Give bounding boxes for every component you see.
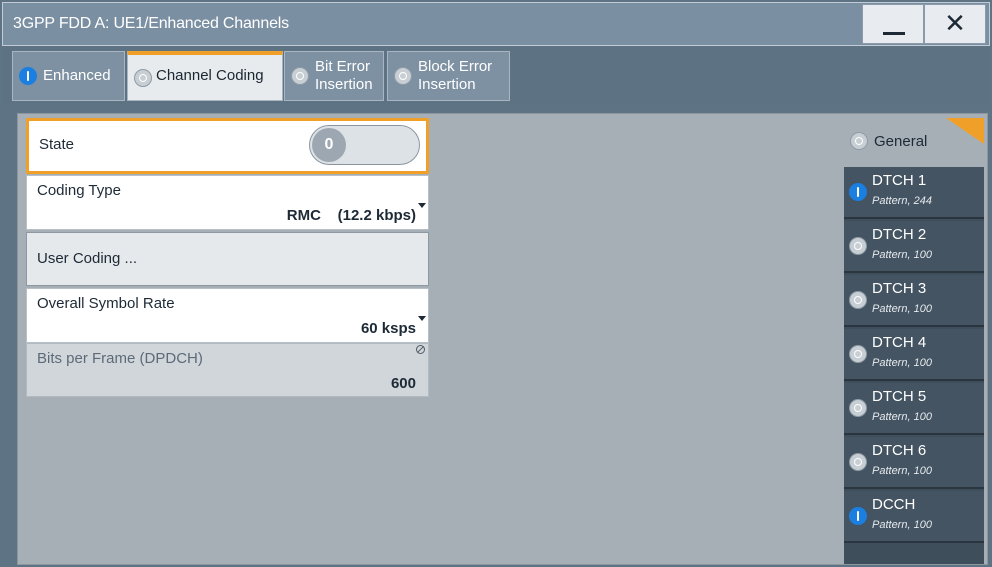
channel-item-dcch[interactable]: DCCH Pattern, 100: [844, 491, 984, 543]
bits-per-frame-value: 600: [390, 375, 416, 392]
state-toggle[interactable]: 0: [309, 125, 420, 165]
tab-bit-error-label-2: Insertion: [315, 76, 373, 93]
state-on-icon: [849, 507, 867, 525]
content-panel: State 0 Coding Type RMC (12.2 kbps) User…: [17, 113, 988, 565]
channel-item-dtch2[interactable]: DTCH 2 Pattern, 100: [844, 221, 984, 273]
coding-type-value: RMC (12.2 kbps): [286, 207, 416, 224]
coding-type-select[interactable]: Coding Type RMC (12.2 kbps): [26, 175, 429, 230]
channel-name: DTCH 5: [872, 388, 927, 405]
channel-item-dtch1[interactable]: DTCH 1 Pattern, 244: [844, 167, 984, 219]
tab-channel-coding-label: Channel Coding: [156, 67, 264, 84]
tab-channel-coding[interactable]: Channel Coding: [127, 51, 283, 101]
state-on-icon: [19, 67, 37, 85]
channel-item-dtch6[interactable]: DTCH 6 Pattern, 100: [844, 437, 984, 489]
channel-pattern: Pattern, 100: [872, 357, 932, 369]
channel-pattern: Pattern, 100: [872, 465, 932, 477]
channel-item-dtch3[interactable]: DTCH 3 Pattern, 100: [844, 275, 984, 327]
channel-item-dtch5[interactable]: DTCH 5 Pattern, 100: [844, 383, 984, 435]
dropdown-caret-icon: [418, 316, 426, 321]
user-coding-button[interactable]: User Coding ...: [26, 232, 429, 286]
state-off-icon: [134, 68, 152, 87]
dialog-window: 3GPP FDD A: UE1/Enhanced Channels ✕ Enha…: [0, 0, 992, 567]
state-row[interactable]: State 0: [26, 118, 429, 174]
state-off-icon: [849, 453, 867, 471]
state-on-icon: [849, 183, 867, 201]
channel-list: DTCH 1 Pattern, 244 DTCH 2 Pattern, 100 …: [844, 167, 984, 564]
channel-pattern: Pattern, 244: [872, 195, 932, 207]
tab-bar: Enhanced Channel Coding Bit Error Insert…: [2, 47, 990, 105]
state-off-icon: [849, 237, 867, 255]
tab-block-error-label-1: Block Error: [418, 58, 493, 75]
channel-name: DTCH 1: [872, 172, 927, 189]
channel-name: DCCH: [872, 496, 916, 513]
state-off-icon: [849, 345, 867, 363]
window-title: 3GPP FDD A: UE1/Enhanced Channels: [13, 15, 289, 32]
selection-corner-marker: [946, 118, 984, 144]
dropdown-caret-icon: [418, 203, 426, 208]
state-off-icon: [849, 291, 867, 309]
channel-name: DTCH 2: [872, 226, 927, 243]
general-label: General: [874, 133, 928, 150]
close-icon: ✕: [944, 9, 966, 39]
tab-bit-error-insertion[interactable]: Bit Error Insertion: [284, 51, 384, 101]
channel-name: DTCH 3: [872, 280, 927, 297]
user-coding-label: User Coding ...: [37, 250, 138, 267]
bits-per-frame-field: Bits per Frame (DPDCH) 600: [26, 343, 429, 397]
channel-pattern: Pattern, 100: [872, 519, 932, 531]
channel-pattern: Pattern, 100: [872, 249, 932, 261]
coding-type-label: Coding Type: [37, 182, 121, 199]
overall-symbol-rate-select[interactable]: Overall Symbol Rate 60 ksps: [26, 288, 429, 343]
state-label: State: [39, 136, 75, 153]
tab-enhanced-label: Enhanced: [43, 67, 111, 84]
tab-bit-error-label-1: Bit Error: [315, 58, 371, 75]
channel-item-dtch4[interactable]: DTCH 4 Pattern, 100: [844, 329, 984, 381]
tab-enhanced[interactable]: Enhanced: [12, 51, 125, 101]
channel-pattern: Pattern, 100: [872, 303, 932, 315]
channel-general[interactable]: General: [844, 118, 984, 164]
state-off-icon: [394, 67, 412, 85]
channel-name: DTCH 6: [872, 442, 927, 459]
minimize-icon: [883, 32, 905, 35]
channel-name: DTCH 4: [872, 334, 927, 351]
state-off-icon: [849, 399, 867, 417]
close-button[interactable]: ✕: [924, 4, 986, 44]
state-off-icon: [291, 67, 309, 85]
symbol-rate-value: 60 ksps: [360, 320, 416, 337]
symbol-rate-label: Overall Symbol Rate: [37, 295, 175, 312]
minimize-button[interactable]: [862, 4, 924, 44]
title-bar: 3GPP FDD A: UE1/Enhanced Channels: [2, 2, 990, 46]
tab-block-error-insertion[interactable]: Block Error Insertion: [387, 51, 510, 101]
toggle-knob: 0: [312, 128, 346, 162]
channel-pattern: Pattern, 100: [872, 411, 932, 423]
bits-per-frame-label: Bits per Frame (DPDCH): [37, 350, 203, 367]
tab-block-error-label-2: Insertion: [418, 76, 476, 93]
state-off-icon: [850, 132, 868, 150]
read-only-icon: [416, 345, 425, 354]
